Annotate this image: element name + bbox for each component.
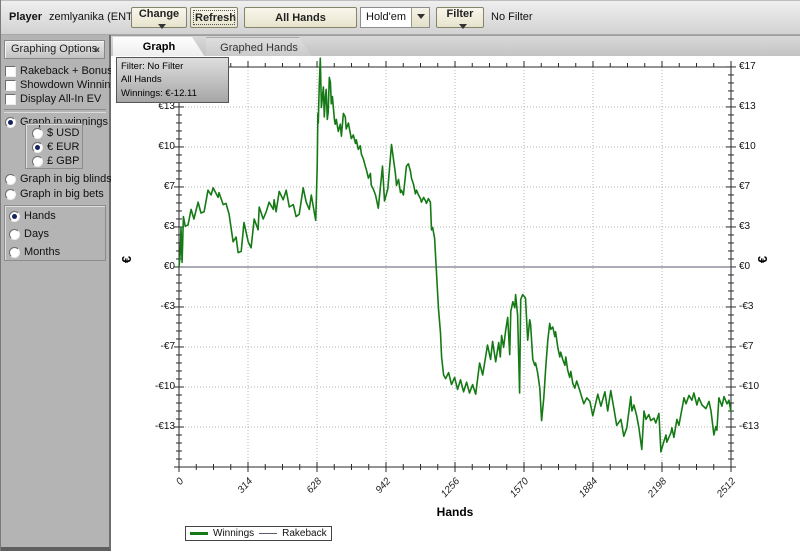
currency-group: $ USD € EUR £ GBP [26, 126, 84, 168]
tab-graphed-hands[interactable]: Graphed Hands [206, 37, 312, 57]
y-tick-label: -€13 [739, 421, 779, 432]
rakeback-line-sample [259, 533, 277, 534]
radio-button[interactable] [32, 142, 43, 153]
checkbox-group: Rakeback + Bonuses Showdown Winnings Dis… [1, 64, 111, 106]
radio-button[interactable] [9, 229, 20, 240]
radio-button[interactable] [9, 211, 20, 222]
radio-button[interactable] [32, 156, 43, 167]
radio-button[interactable] [5, 189, 16, 200]
x-axis-title: Hands [415, 505, 495, 519]
radio-label: Graph in big blinds [20, 173, 112, 185]
graphing-options-panel: Graphing Options « Rakeback + Bonuses Sh… [1, 35, 111, 551]
graph-tooltip: Filter: No Filter All Hands Winnings: €-… [116, 57, 229, 103]
radio-option[interactable]: Hands [5, 209, 105, 227]
chevron-down-icon [459, 24, 467, 29]
y-tick-label: -€3 [135, 301, 175, 312]
y-tick-label: -€3 [739, 301, 779, 312]
refresh-button[interactable]: Refresh [190, 7, 238, 28]
radio-option[interactable]: € EUR [26, 140, 84, 154]
radio-button[interactable] [32, 128, 43, 139]
checkbox[interactable] [5, 66, 16, 77]
y-tick-label: €3 [739, 221, 779, 232]
radio-label: Months [24, 246, 60, 258]
checkbox[interactable] [5, 80, 16, 91]
radio-label: € EUR [47, 141, 79, 153]
winnings-line-sample [190, 532, 208, 535]
period-group: Hands Days Months [5, 209, 105, 263]
radio-button[interactable] [5, 174, 16, 185]
chevron-down-icon [158, 24, 166, 29]
winnings-line [179, 58, 731, 452]
y-tick-label: -€13 [135, 421, 175, 432]
y-tick-label: €17 [739, 61, 779, 72]
tooltip-winnings-line: Winnings: €-12.11 [121, 87, 224, 100]
checkbox-option[interactable]: Showdown Winnings [1, 78, 111, 92]
holdem-manager-window: Player zemlyanika (ENT) Change Refresh A… [0, 0, 800, 551]
y-tick-label: €0 [135, 261, 175, 272]
graphing-options-header: Graphing Options « [4, 40, 105, 59]
filter-button-label: Filter [447, 8, 474, 20]
radio-label: $ USD [47, 127, 79, 139]
checkbox-option[interactable]: Rakeback + Bonuses [1, 64, 111, 78]
currency-groupbox: $ USD € EUR £ GBP [25, 123, 83, 169]
y-axis-title-left: € [119, 256, 134, 263]
y-tick-label: €10 [739, 141, 779, 152]
checkbox-option[interactable]: Display All-In EV [1, 92, 111, 106]
y-axis-title-right: € [755, 256, 770, 263]
toolbar: Player zemlyanika (ENT) Change Refresh A… [1, 0, 800, 35]
tooltip-filter-line: Filter: No Filter [121, 60, 224, 73]
radio-option[interactable]: $ USD [26, 126, 84, 140]
radio-option[interactable]: £ GBP [26, 154, 84, 168]
checkbox-label: Display All-In EV [20, 93, 101, 105]
y-tick-label: -€10 [135, 381, 175, 392]
filter-status: No Filter [491, 11, 533, 23]
radio-button[interactable] [5, 117, 16, 128]
checkbox[interactable] [5, 94, 16, 105]
collapse-panel-button[interactable]: « [94, 42, 100, 59]
player-label: Player [9, 11, 42, 23]
filter-button[interactable]: Filter [436, 7, 484, 28]
y-tick-label: €13 [739, 101, 779, 112]
y-tick-label: €3 [135, 221, 175, 232]
tab-graph-label: Graph [143, 41, 175, 53]
separator [4, 109, 106, 113]
change-button[interactable]: Change [131, 7, 187, 28]
tabstrip: Graph Graphed Hands [111, 35, 800, 56]
tab-graph[interactable]: Graph [113, 37, 205, 57]
change-button-label: Change [139, 8, 179, 20]
radio-option[interactable]: Days [5, 227, 105, 245]
y-tick-label: -€10 [739, 381, 779, 392]
graphing-options-title: Graphing Options [11, 43, 97, 55]
radio-option[interactable]: Months [5, 245, 105, 263]
chevron-down-icon[interactable] [411, 8, 429, 27]
game-type-select[interactable]: Hold'em [360, 7, 430, 28]
tooltip-hands-line: All Hands [121, 73, 224, 86]
all-hands-button[interactable]: All Hands [244, 7, 357, 28]
radio-label: Hands [24, 210, 56, 222]
radio-button[interactable] [9, 247, 20, 258]
radio-label: £ GBP [47, 155, 79, 167]
player-name: zemlyanika (ENT) [49, 11, 136, 23]
y-tick-label: €7 [135, 181, 175, 192]
graph-mode-group-2: Graph in big blinds Graph in big bets [1, 172, 111, 202]
radio-label: Graph in big bets [20, 188, 104, 200]
y-tick-label: -€7 [135, 341, 175, 352]
period-groupbox: Hands Days Months [4, 205, 106, 261]
legend-winnings-label: Winnings [213, 528, 254, 539]
game-type-value: Hold'em [366, 11, 406, 23]
y-tick-label: -€7 [739, 341, 779, 352]
tab-graphed-hands-label: Graphed Hands [220, 42, 298, 54]
y-tick-label: €10 [135, 141, 175, 152]
radio-option[interactable]: Graph in big blinds [1, 172, 111, 187]
checkbox-label: Rakeback + Bonuses [20, 65, 124, 77]
radio-label: Days [24, 228, 49, 240]
chart-legend: Winnings Rakeback [185, 526, 332, 541]
y-tick-label: €7 [739, 181, 779, 192]
graph-panel: €17€13€10€7€3€0-€3-€7-€10-€13 €17€13€10€… [111, 56, 800, 551]
checkbox-label: Showdown Winnings [20, 79, 122, 91]
legend-rakeback-label: Rakeback [282, 528, 326, 539]
radio-option[interactable]: Graph in big bets [1, 187, 111, 202]
